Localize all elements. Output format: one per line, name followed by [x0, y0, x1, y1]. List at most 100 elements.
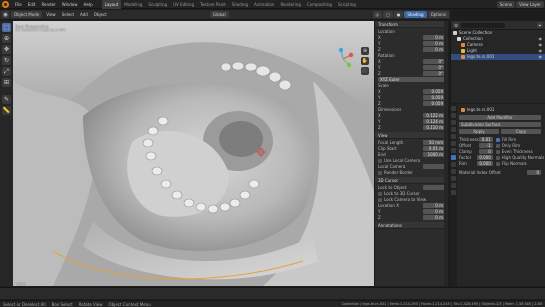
material-offset-field[interactable]: Material Index Offset 0 [459, 170, 541, 175]
navigation-gizmo-icon[interactable] [331, 47, 355, 71]
measure-icon[interactable]: 📏 [2, 106, 11, 115]
constraints-tab-icon[interactable] [451, 176, 456, 181]
cursor-section-title[interactable]: 3D Cursor [375, 177, 448, 184]
physics-tab-icon[interactable] [451, 169, 456, 174]
lock-to-object-field[interactable]: Lock to Object [378, 185, 445, 190]
transform-orientation-dropdown[interactable]: Global [209, 11, 229, 18]
modifier-name-field[interactable]: Subdivision Surface [459, 122, 541, 127]
clip-start-field[interactable]: Clip Start 0.01 m [378, 146, 445, 151]
sidebar-tabs[interactable] [444, 21, 448, 286]
menu-object[interactable]: Object [91, 10, 110, 20]
dimensions-y-field[interactable]: Y 0.124 m [378, 119, 445, 124]
annotate-icon[interactable]: ✎ [2, 95, 11, 104]
tab-sculpting[interactable]: Sculpting [145, 0, 170, 9]
transform-section-title[interactable]: Transform [375, 21, 448, 28]
apply-button[interactable]: Apply [459, 129, 499, 134]
tool-tab-icon[interactable] [451, 106, 456, 111]
dimensions-z-field[interactable]: Z 0.110 m [378, 125, 445, 130]
high-quality-normals-checkbox[interactable]: High Quality Normals [495, 155, 544, 160]
filter-icon[interactable]: ⏷ [537, 22, 543, 28]
checkbox-icon[interactable] [495, 150, 500, 154]
menu-add[interactable]: Add [77, 10, 91, 20]
annotations-section-title[interactable]: Annotations [375, 222, 448, 229]
rim-field[interactable]: Rim 0.000 [459, 161, 493, 166]
cursor-location-x-field[interactable]: Location X 0 m [378, 203, 445, 208]
local-camera-field[interactable]: Local Camera [378, 164, 445, 169]
output-tab-icon[interactable] [451, 120, 456, 125]
move-icon[interactable]: ✥ [2, 45, 11, 54]
shading-button[interactable]: Shading [404, 11, 427, 18]
field-value[interactable]: 0 m [423, 215, 445, 220]
outliner-editor-icon[interactable]: ☰ [453, 22, 459, 28]
field-value[interactable]: 0.059 [423, 89, 445, 94]
options-button[interactable]: Options [427, 11, 449, 18]
last-operator-label[interactable]: Rotate [15, 282, 26, 286]
outliner-search-input[interactable] [461, 22, 505, 28]
field-value[interactable]: 0.059 [423, 101, 445, 106]
field-value[interactable]: 0.124 m [423, 119, 445, 124]
checkbox-icon[interactable] [378, 159, 382, 163]
scene-selector[interactable]: Scene [496, 0, 516, 8]
factor-field[interactable]: Factor 0.000 [459, 155, 493, 160]
location-z-field[interactable]: Z 0 m [378, 47, 445, 52]
checkbox-icon[interactable] [378, 171, 382, 175]
timeline-area[interactable] [0, 287, 545, 299]
render-border-checkbox[interactable]: Render Border [378, 170, 445, 175]
rotation-y-field[interactable]: Y 0° [378, 65, 445, 70]
field-value[interactable]: 0.110 m [423, 125, 445, 130]
render-tab-icon[interactable] [451, 113, 456, 118]
tab-animation[interactable]: Animation [251, 0, 277, 9]
view-layer-tab-icon[interactable] [451, 127, 456, 132]
scale-y-field[interactable]: Y 0.059 [378, 95, 445, 100]
field-value[interactable]: 0.000 [477, 161, 493, 166]
field-value[interactable]: 0.01 m [423, 146, 445, 151]
field-value[interactable]: 0 m [423, 35, 445, 40]
zoom-icon[interactable]: ⊕ [361, 47, 369, 55]
particles-tab-icon[interactable] [451, 162, 456, 167]
lock-to-cursor-checkbox[interactable]: Lock to 3D Cursor [378, 191, 445, 196]
field-value[interactable]: 0.01 m [478, 137, 493, 147]
view-section-title[interactable]: View [375, 132, 448, 139]
menu-help[interactable]: Help [80, 0, 95, 9]
rotate-icon[interactable]: ↻ [2, 56, 11, 65]
location-y-field[interactable]: Y 0 m [378, 41, 445, 46]
checkbox-icon[interactable] [378, 192, 382, 196]
field-value[interactable]: XYZ Euler [378, 77, 445, 82]
copy-button[interactable]: Copy [501, 129, 541, 134]
menu-window[interactable]: Window [59, 0, 81, 9]
menu-edit[interactable]: Edit [25, 0, 39, 9]
data-tab-icon[interactable] [451, 183, 456, 188]
field-value[interactable]: 0 m [423, 41, 445, 46]
field-value[interactable]: 0.000 [477, 155, 493, 160]
field-value[interactable]: 0.122 m [423, 113, 445, 118]
field-value[interactable]: 0° [423, 65, 445, 70]
field-value[interactable]: -1 [478, 143, 493, 148]
sculpt-mesh-render[interactable] [13, 21, 374, 286]
fill-rim-checkbox[interactable]: Fill Rim [495, 137, 545, 142]
transform-icon[interactable]: ⊞ [2, 78, 11, 87]
checkbox-icon[interactable] [495, 156, 500, 160]
blender-logo-icon[interactable] [2, 0, 9, 8]
scene-tab-icon[interactable] [451, 134, 456, 139]
editor-type-icon[interactable]: ◉ [2, 11, 9, 18]
outliner-row-mesh-object[interactable]: legs.te.rs.001 ◉ [451, 54, 545, 60]
clip-end-field[interactable]: End 1000 m [378, 152, 445, 157]
lock-camera-checkbox[interactable]: Lock Camera to View [378, 197, 445, 202]
menu-view[interactable]: View [43, 10, 59, 20]
checkbox-icon[interactable] [495, 138, 500, 142]
field-value[interactable]: 0 m [423, 47, 445, 52]
camera-view-icon[interactable]: 🎥 [361, 67, 369, 75]
use-local-camera-checkbox[interactable]: Use Local Camera [378, 158, 445, 163]
xray-icon[interactable]: ▢ [383, 11, 393, 18]
location-x-field[interactable]: X 0 m [378, 35, 445, 40]
checkbox-icon[interactable] [378, 198, 382, 202]
material-tab-icon[interactable] [451, 190, 456, 195]
field-value[interactable] [423, 164, 445, 169]
tab-modeling[interactable]: Modeling [121, 0, 145, 9]
modifier-tab-icon[interactable] [451, 155, 456, 160]
solid-shading-icon[interactable]: ● [393, 11, 404, 18]
operator-panel[interactable]: Rotate [15, 281, 26, 286]
object-tab-icon[interactable] [451, 148, 456, 153]
menu-file[interactable]: File [12, 0, 25, 9]
checkbox-icon[interactable] [495, 162, 500, 166]
